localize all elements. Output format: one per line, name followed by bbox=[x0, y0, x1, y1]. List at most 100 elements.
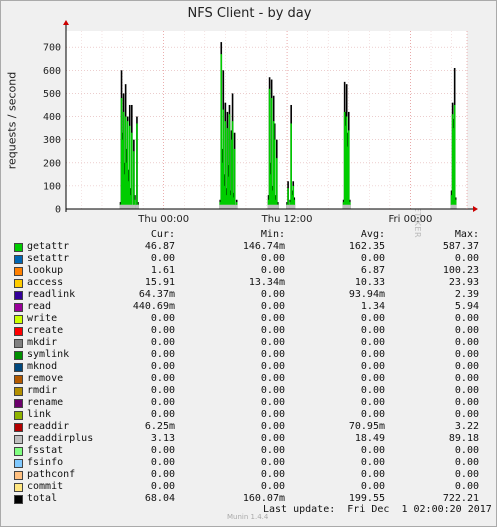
legend-name: fsinfo bbox=[27, 457, 64, 468]
legend-row-rmdir: rmdir 0.00 0.00 0.00 0.00 bbox=[1, 385, 497, 397]
legend-name: rmdir bbox=[27, 385, 58, 396]
legend-cur: 440.69m bbox=[132, 301, 175, 312]
legend-row-getattr: getattr 46.87 146.74m 162.35 587.37 bbox=[1, 241, 497, 253]
legend-row-link: link 0.00 0.00 0.00 0.00 bbox=[1, 409, 497, 421]
legend-max: 587.37 bbox=[442, 241, 479, 252]
legend-avg: 0.00 bbox=[360, 349, 385, 360]
legend-max: 0.00 bbox=[454, 385, 479, 396]
legend-swatch-link bbox=[14, 411, 23, 420]
legend-cur: 0.00 bbox=[150, 445, 175, 456]
legend-cur: 46.87 bbox=[144, 241, 175, 252]
legend-max: 0.00 bbox=[454, 325, 479, 336]
getattr-bar bbox=[347, 130, 350, 209]
legend-name: commit bbox=[27, 481, 64, 492]
legend-cur: 0.00 bbox=[150, 373, 175, 384]
legend-row-create: create 0.00 0.00 0.00 0.00 bbox=[1, 325, 497, 337]
legend-row-mkdir: mkdir 0.00 0.00 0.00 0.00 bbox=[1, 337, 497, 349]
legend-swatch-lookup bbox=[14, 267, 23, 276]
legend-name: readdir bbox=[27, 421, 70, 432]
legend-cur: 0.00 bbox=[150, 469, 175, 480]
legend-min: 0.00 bbox=[260, 349, 285, 360]
legend-row-setattr: setattr 0.00 0.00 0.00 0.00 bbox=[1, 253, 497, 265]
header-max: Max: bbox=[454, 229, 479, 240]
legend-swatch-readlink bbox=[14, 291, 23, 300]
legend-min: 0.00 bbox=[260, 301, 285, 312]
y-tick-label: 100 bbox=[43, 181, 61, 192]
y-tick-label: 500 bbox=[43, 89, 61, 100]
getattr-bar bbox=[231, 121, 234, 209]
legend-min: 0.00 bbox=[260, 313, 285, 324]
legend-avg: 0.00 bbox=[360, 385, 385, 396]
legend-swatch-getattr bbox=[14, 243, 23, 252]
legend-max: 0.00 bbox=[454, 373, 479, 384]
legend-row-mknod: mknod 0.00 0.00 0.00 0.00 bbox=[1, 361, 497, 373]
legend-max: 3.22 bbox=[454, 421, 479, 432]
legend-avg: 0.00 bbox=[360, 469, 385, 480]
legend-max: 0.00 bbox=[454, 337, 479, 348]
legend-row-read: read 440.69m 0.00 1.34 5.94 bbox=[1, 301, 497, 313]
legend-name: pathconf bbox=[27, 469, 76, 480]
readdirplus-bar bbox=[276, 204, 279, 209]
getattr-bar bbox=[453, 104, 456, 209]
header-avg: Avg: bbox=[360, 229, 385, 240]
legend-min: 0.00 bbox=[260, 265, 285, 276]
legend-swatch-commit bbox=[14, 483, 23, 492]
legend-avg: 1.34 bbox=[360, 301, 385, 312]
legend-row-commit: commit 0.00 0.00 0.00 0.00 bbox=[1, 481, 497, 493]
legend-name: lookup bbox=[27, 265, 64, 276]
x-tick-label: Fri 00:00 bbox=[388, 214, 432, 225]
legend-avg: 0.00 bbox=[360, 325, 385, 336]
legend-cur: 0.00 bbox=[150, 253, 175, 264]
legend-header: Cur: Min: Avg: Max: bbox=[1, 229, 497, 241]
getattr-bar bbox=[275, 158, 278, 209]
readdirplus-bar bbox=[233, 204, 236, 209]
getattr-bar bbox=[233, 148, 236, 209]
legend-row-fsstat: fsstat 0.00 0.00 0.00 0.00 bbox=[1, 445, 497, 457]
legend-min: 0.00 bbox=[260, 481, 285, 492]
legend-min: 0.00 bbox=[260, 397, 285, 408]
y-tick-label: 0 bbox=[55, 205, 61, 216]
legend-avg: 6.87 bbox=[360, 265, 385, 276]
legend-avg: 10.33 bbox=[354, 277, 385, 288]
legend-name: readlink bbox=[27, 289, 76, 300]
legend-min: 0.00 bbox=[260, 385, 285, 396]
legend-cur: 0.00 bbox=[150, 325, 175, 336]
legend-swatch-rmdir bbox=[14, 387, 23, 396]
legend-cur: 0.00 bbox=[150, 457, 175, 468]
legend-name: getattr bbox=[27, 241, 70, 252]
legend-max: 89.18 bbox=[448, 433, 479, 444]
legend-min: 0.00 bbox=[260, 325, 285, 336]
legend-rows: getattr 46.87 146.74m 162.35 587.37 setattr 0.… bbox=[1, 241, 497, 505]
legend-swatch-pathconf bbox=[14, 471, 23, 480]
legend-name: write bbox=[27, 313, 58, 324]
legend-swatch-remove bbox=[14, 375, 23, 384]
legend-min: 0.00 bbox=[260, 373, 285, 384]
x-tick-label: Thu 00:00 bbox=[137, 214, 189, 225]
legend-cur: 6.25m bbox=[144, 421, 175, 432]
legend-avg: 93.94m bbox=[348, 289, 385, 300]
legend-avg: 0.00 bbox=[360, 253, 385, 264]
legend-min: 0.00 bbox=[260, 409, 285, 420]
legend-max: 0.00 bbox=[454, 361, 479, 372]
graph-frame: NFS Client - by day requests / second RR… bbox=[0, 0, 497, 527]
legend-row-readlink: readlink 64.37m 0.00 93.94m 2.39 bbox=[1, 289, 497, 301]
legend-cur: 0.00 bbox=[150, 385, 175, 396]
legend-avg: 0.00 bbox=[360, 313, 385, 324]
legend-row-write: write 0.00 0.00 0.00 0.00 bbox=[1, 313, 497, 325]
legend-swatch-create bbox=[14, 327, 23, 336]
legend-name: readdirplus bbox=[27, 433, 94, 444]
legend-avg: 0.00 bbox=[360, 481, 385, 492]
x-tick-label: Thu 12:00 bbox=[261, 214, 313, 225]
legend-cur: 3.13 bbox=[150, 433, 175, 444]
header-min: Min: bbox=[260, 229, 285, 240]
legend-min: 0.00 bbox=[260, 433, 285, 444]
getattr-bar bbox=[228, 114, 231, 209]
legend-swatch-setattr bbox=[14, 255, 23, 264]
legend-cur: 0.00 bbox=[150, 397, 175, 408]
legend-max: 0.00 bbox=[454, 445, 479, 456]
legend-avg: 18.49 bbox=[354, 433, 385, 444]
legend-swatch-mkdir bbox=[14, 339, 23, 348]
readdirplus-bar bbox=[287, 204, 290, 209]
y-tick-label: 400 bbox=[43, 112, 61, 123]
legend-swatch-access bbox=[14, 279, 23, 288]
